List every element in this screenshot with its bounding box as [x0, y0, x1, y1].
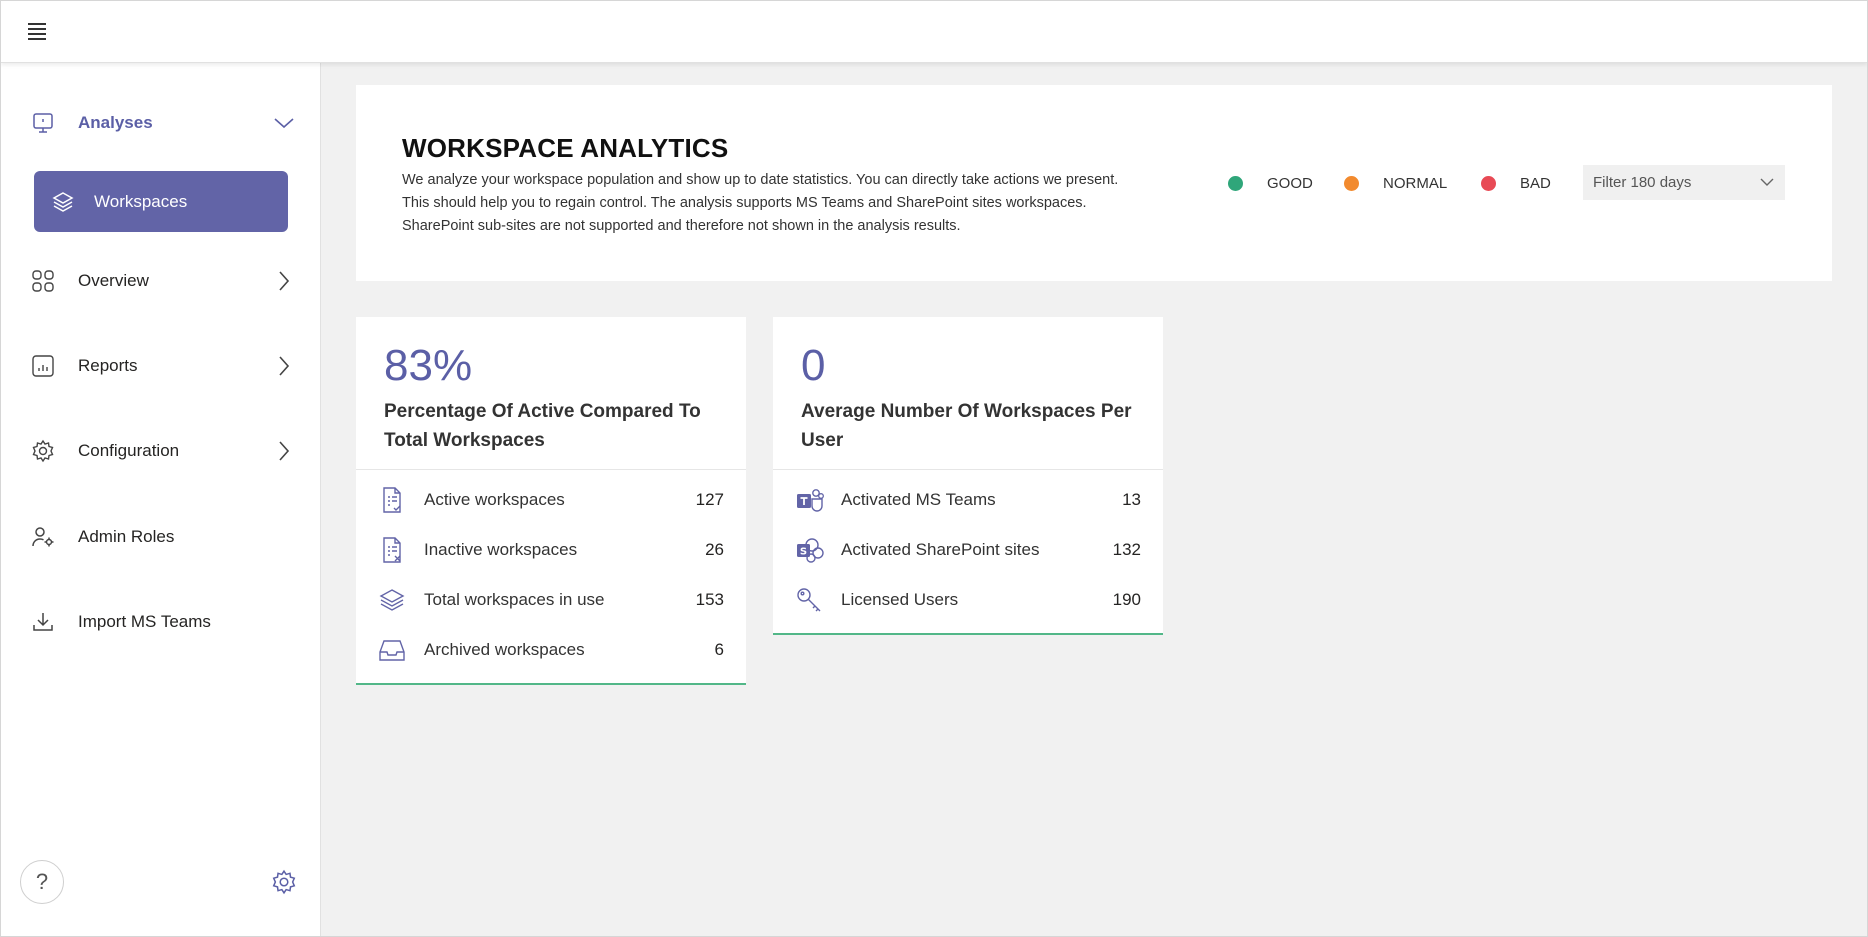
row-value: 6 [714, 640, 724, 659]
header-card: WORKSPACE ANALYTICS We analyze your work… [356, 85, 1832, 281]
filter-selected-value: Filter 180 days [1593, 174, 1692, 191]
gear-icon [30, 438, 56, 464]
sidebar: Analyses Workspaces Overview Reports Con… [1, 63, 321, 936]
sidebar-item-label: Workspaces [94, 191, 188, 211]
sidebar-item-label: Overview [78, 271, 149, 290]
stat-row-activated-sharepoint-sites[interactable]: S Activated SharePoint sites 132 [773, 525, 1163, 575]
row-value: 127 [695, 490, 724, 509]
sidebar-item-label: Import MS Teams [78, 612, 211, 631]
legend-good: GOOD [1228, 175, 1313, 192]
row-label: Licensed Users [841, 590, 959, 609]
bar-chart-icon [30, 353, 56, 379]
monitor-icon [30, 110, 56, 136]
stat-card-active-percentage: 83% Percentage Of Active Compared To Tot… [356, 317, 746, 685]
status-dot-normal [1344, 176, 1359, 191]
inbox-icon [378, 636, 406, 664]
page-description: We analyze your workspace population and… [402, 172, 1119, 234]
layers-icon [50, 189, 76, 215]
row-value: 13 [1122, 490, 1141, 509]
stat-big-value: 0 [801, 341, 826, 390]
grid-icon [30, 268, 56, 294]
stat-row-activated-ms-teams[interactable]: Activated MS Teams 13 [773, 475, 1163, 525]
row-label: Activated SharePoint sites [841, 540, 1040, 559]
stat-title: Percentage Of Active Compared To Total W… [384, 401, 701, 451]
chevron-right-icon [273, 270, 295, 292]
row-label: Archived workspaces [424, 640, 585, 659]
chevron-down-icon [273, 112, 295, 134]
settings-gear-icon[interactable] [271, 869, 297, 895]
sidebar-item-admin-roles[interactable]: Admin Roles [1, 517, 320, 557]
document-check-icon [378, 486, 406, 514]
sidebar-item-label: Analyses [78, 113, 153, 132]
stat-row-archived-workspaces[interactable]: Archived workspaces 6 [356, 625, 746, 675]
key-icon [795, 586, 823, 614]
chevron-down-icon [1759, 175, 1775, 189]
stat-title: Average Number Of Workspaces Per User [801, 401, 1132, 451]
sidebar-item-overview[interactable]: Overview [1, 261, 320, 301]
stat-row-active-workspaces[interactable]: Active workspaces 127 [356, 475, 746, 525]
sidebar-item-import-ms-teams[interactable]: Import MS Teams [1, 602, 320, 642]
sidebar-item-label: Configuration [78, 441, 180, 460]
sidebar-item-reports[interactable]: Reports [1, 346, 320, 386]
page-title: WORKSPACE ANALYTICS [402, 133, 729, 163]
row-value: 26 [705, 540, 724, 559]
app-window: Analyses Workspaces Overview Reports Con… [0, 0, 1868, 937]
stat-row-licensed-users[interactable]: Licensed Users 190 [773, 575, 1163, 625]
stat-row-total-workspaces[interactable]: Total workspaces in use 153 [356, 575, 746, 625]
row-value: 132 [1112, 540, 1141, 559]
sharepoint-icon: S [795, 536, 824, 564]
legend-label: GOOD [1267, 175, 1313, 192]
sidebar-item-workspaces[interactable]: Workspaces [34, 171, 288, 232]
document-x-icon [378, 536, 406, 564]
sidebar-item-label: Admin Roles [78, 527, 175, 546]
row-label: Active workspaces [424, 490, 565, 509]
stat-row-inactive-workspaces[interactable]: Inactive workspaces 26 [356, 525, 746, 575]
status-dot-good [1228, 176, 1243, 191]
teams-icon [795, 486, 824, 514]
legend-label: BAD [1520, 175, 1551, 192]
sidebar-item-configuration[interactable]: Configuration [1, 431, 320, 471]
chevron-right-icon [273, 355, 295, 377]
layers-icon [378, 586, 406, 614]
hamburger-menu-icon[interactable] [28, 23, 48, 41]
stat-card-avg-workspaces-per-user: 0 Average Number Of Workspaces Per User … [773, 317, 1163, 635]
filter-dropdown[interactable]: Filter 180 days [1583, 165, 1785, 200]
row-value: 190 [1112, 590, 1141, 609]
status-dot-bad [1481, 176, 1496, 191]
download-icon [30, 609, 56, 635]
sidebar-item-label: Reports [78, 356, 138, 375]
legend-label: NORMAL [1383, 175, 1448, 192]
row-label: Activated MS Teams [841, 490, 996, 509]
top-bar [1, 1, 1867, 63]
row-label: Total workspaces in use [424, 590, 605, 609]
row-label: Inactive workspaces [424, 540, 578, 559]
sidebar-item-analyses[interactable]: Analyses [1, 103, 320, 143]
chevron-right-icon [273, 440, 295, 462]
row-value: 153 [695, 590, 724, 609]
help-button[interactable]: ? [20, 860, 64, 904]
user-gear-icon [30, 524, 56, 550]
stat-big-value: 83% [384, 341, 473, 390]
svg-text:S: S [800, 547, 807, 558]
legend-normal: NORMAL [1344, 175, 1447, 192]
legend-bad: BAD [1481, 175, 1551, 192]
